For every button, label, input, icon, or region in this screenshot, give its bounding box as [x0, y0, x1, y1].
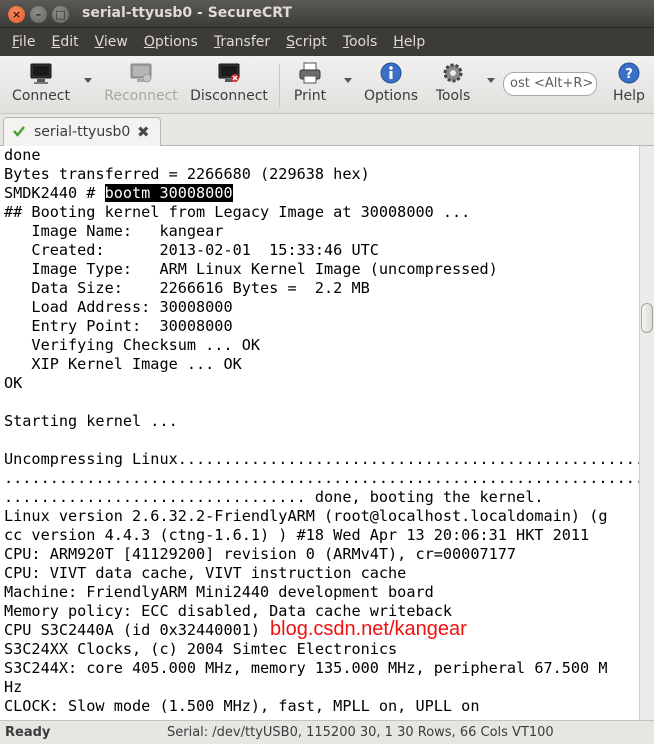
menu-bar: File Edit View Options Transfer Script T… — [0, 28, 654, 56]
terminal-line: CPU: ARM920T [41129200] revision 0 (ARMv… — [4, 545, 517, 563]
window-minimize-button[interactable]: – — [30, 6, 47, 23]
status-ready: Ready — [5, 725, 51, 740]
info-icon — [380, 62, 402, 84]
blog-watermark: blog.csdn.net/kangear — [270, 618, 467, 640]
window-close-button[interactable]: × — [8, 6, 25, 23]
terminal-line: CLOCK: Slow mode (1.500 MHz), fast, MPLL… — [4, 697, 480, 715]
terminal-line: Uncompressing Linux.....................… — [4, 450, 639, 468]
menu-help[interactable]: Help — [385, 28, 433, 56]
menu-script[interactable]: Script — [278, 28, 335, 56]
search-input[interactable]: ost <Alt+R> — [503, 72, 597, 96]
terminal-line: ## Booting kernel from Legacy Image at 3… — [4, 203, 471, 221]
terminal-line: Image Type: ARM Linux Kernel Image (unco… — [4, 260, 498, 278]
tools-button[interactable]: Tools — [431, 60, 475, 110]
terminal-line: CPU: VIVT data cache, VIVT instruction c… — [4, 564, 407, 582]
terminal-line: Created: 2013-02-01 15:33:46 UTC — [4, 241, 379, 259]
connected-check-icon — [13, 126, 25, 137]
connect-button[interactable]: Connect — [10, 60, 72, 110]
terminal-prompt-line: SMDK2440 # bootm 30008000 — [4, 184, 233, 203]
tab-label: serial-ttyusb0 — [34, 124, 131, 140]
terminal-output[interactable]: done Bytes transferred = 2266680 (229638… — [0, 146, 639, 720]
options-button[interactable]: Options — [361, 60, 421, 110]
terminal-line: Data Size: 2266616 Bytes = 2.2 MB — [4, 279, 370, 297]
print-dropdown-arrow-icon[interactable] — [344, 78, 352, 83]
connect-dropdown-arrow-icon[interactable] — [84, 78, 92, 83]
menu-options[interactable]: Options — [136, 28, 206, 56]
terminal-line: ................................. done, … — [4, 488, 544, 506]
terminal-line: Verifying Checksum ... OK — [4, 336, 261, 354]
terminal-line: cc version 4.4.3 (ctng-1.6.1) ) #18 Wed … — [4, 526, 590, 544]
help-button[interactable]: ? Help — [610, 60, 648, 110]
tab-bar: serial-ttyusb0 ✖ — [0, 114, 654, 146]
window-title: serial-ttyusb0 - SecureCRT — [82, 5, 292, 21]
disconnect-icon — [218, 63, 240, 82]
terminal-line: S3C244X: core 405.000 MHz, memory 135.00… — [4, 659, 608, 677]
status-connection-info: Serial: /dev/ttyUSB0, 115200 30, 1 30 Ro… — [167, 725, 554, 740]
tab-serial-ttyusb0[interactable]: serial-ttyusb0 ✖ — [3, 117, 161, 146]
printer-icon — [299, 62, 321, 84]
terminal-line: Machine: FriendlyARM Mini2440 developmen… — [4, 583, 434, 601]
terminal-line: ........................................… — [4, 469, 639, 487]
terminal-prompt: SMDK2440 # — [4, 184, 105, 202]
terminal-line: Hz — [4, 678, 23, 696]
tab-close-icon[interactable]: ✖ — [137, 123, 150, 141]
terminal-line: Entry Point: 30008000 — [4, 317, 233, 335]
terminal-line: Starting kernel ... — [4, 412, 178, 430]
menu-transfer[interactable]: Transfer — [206, 28, 278, 56]
disconnect-button[interactable]: Disconnect — [189, 60, 269, 110]
terminal-line: Image Name: kangear — [4, 222, 224, 240]
terminal-line: Bytes transferred = 2266680 (229638 hex) — [4, 165, 370, 183]
reconnect-icon — [130, 63, 152, 83]
highlighted-command: bootm 30008000 — [104, 184, 233, 202]
connect-icon — [30, 63, 52, 84]
menu-edit[interactable]: Edit — [43, 28, 86, 56]
toolbar: Connect Reconnect Disconnect Print Optio… — [0, 56, 654, 114]
window-maximize-button[interactable]: □ — [52, 6, 69, 23]
menu-view[interactable]: View — [87, 28, 136, 56]
svg-text:?: ? — [625, 67, 633, 82]
tools-dropdown-arrow-icon[interactable] — [487, 78, 495, 83]
terminal-line: CPU S3C2440A (id 0x32440001) — [4, 621, 261, 639]
title-bar: × – □ serial-ttyusb0 - SecureCRT — [0, 0, 654, 28]
terminal-line: OK — [4, 374, 23, 392]
terminal-line: done — [4, 146, 41, 164]
menu-tools[interactable]: Tools — [335, 28, 386, 56]
reconnect-button[interactable]: Reconnect — [103, 60, 179, 110]
tools-gear-icon — [443, 63, 463, 83]
terminal-line: S3C24XX Clocks, (c) 2004 Simtec Electron… — [4, 640, 398, 658]
terminal-line: XIP Kernel Image ... OK — [4, 355, 242, 373]
help-icon: ? — [618, 62, 640, 84]
print-button[interactable]: Print — [289, 60, 331, 110]
scrollbar-thumb[interactable] — [641, 303, 653, 333]
terminal-line: Linux version 2.6.32.2-FriendlyARM (root… — [4, 507, 608, 525]
menu-file[interactable]: File — [4, 28, 43, 56]
terminal-scrollbar[interactable] — [639, 146, 654, 720]
toolbar-separator — [279, 64, 280, 108]
status-bar: Ready Serial: /dev/ttyUSB0, 115200 30, 1… — [0, 720, 654, 744]
terminal-line: Load Address: 30008000 — [4, 298, 233, 316]
